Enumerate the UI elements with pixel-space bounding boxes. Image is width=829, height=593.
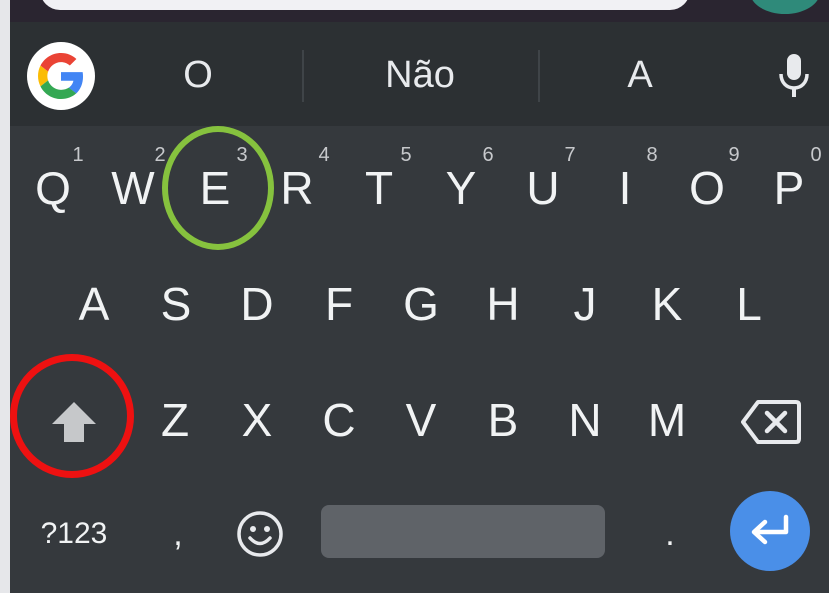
suggestion-strip: O Não A [10,22,829,126]
key-k[interactable]: K [632,269,702,339]
highlight-ring-red [10,354,134,478]
google-g-icon[interactable] [27,42,95,110]
suggestion-3[interactable]: A [570,50,710,100]
space-bar[interactable] [321,505,605,558]
key-c[interactable]: C [304,385,374,455]
key-b[interactable]: B [468,385,538,455]
emoji-icon[interactable] [235,509,285,559]
microphone-icon[interactable] [776,52,812,100]
key-n[interactable]: N [550,385,620,455]
suggestion-divider [538,50,540,102]
key-x[interactable]: X [222,385,292,455]
suggestion-1[interactable]: O [138,50,258,100]
period-key[interactable]: . [650,504,690,564]
search-bar-edge [40,0,690,10]
highlight-ring-green [162,126,274,250]
key-z[interactable]: Z [140,385,210,455]
key-y[interactable]: Y [426,153,496,223]
screen-edge [0,0,10,593]
enter-icon [751,514,789,545]
key-j[interactable]: J [550,269,620,339]
app-top-strip [10,0,829,22]
key-o[interactable]: O [672,153,742,223]
key-t[interactable]: T [344,153,414,223]
key-v[interactable]: V [386,385,456,455]
suggestion-divider [302,50,304,102]
key-w[interactable]: W [98,153,168,223]
key-f[interactable]: F [304,269,374,339]
key-d[interactable]: D [222,269,292,339]
key-g[interactable]: G [386,269,456,339]
key-q[interactable]: Q [18,153,88,223]
symbols-key[interactable]: ?123 [34,504,114,564]
key-u[interactable]: U [508,153,578,223]
keyboard: 1 Q 2 W 3 E 4 R 5 T 6 Y 7 U 8 I 9 O 0 P … [10,126,829,593]
key-s[interactable]: S [141,269,211,339]
floating-button-edge [750,0,820,14]
key-a[interactable]: A [59,269,129,339]
comma-key[interactable]: , [158,504,198,564]
key-m[interactable]: M [632,385,702,455]
key-h[interactable]: H [468,269,538,339]
key-i[interactable]: I [590,153,660,223]
key-p[interactable]: P [754,153,824,223]
backspace-icon[interactable] [740,398,802,446]
enter-button[interactable] [730,491,810,571]
suggestion-2[interactable]: Não [340,50,500,100]
key-l[interactable]: L [714,269,784,339]
